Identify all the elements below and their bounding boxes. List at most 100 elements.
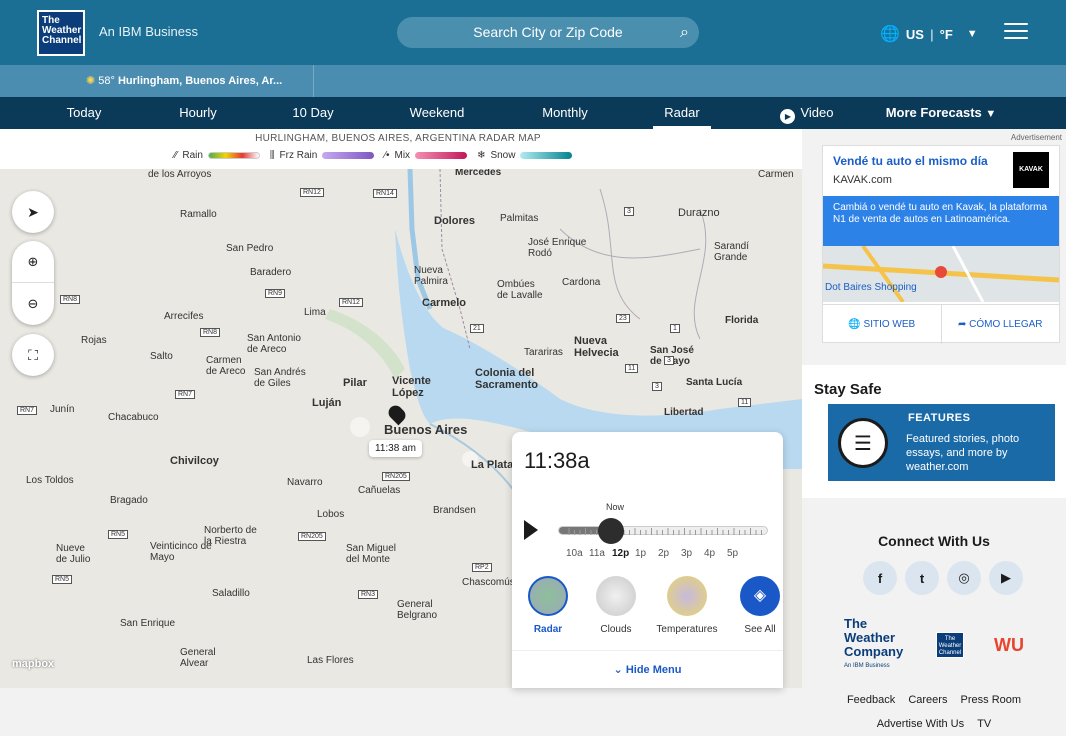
location-arrow-icon: ➤ <box>27 203 39 220</box>
road-shield: RN7 <box>17 406 38 415</box>
locale-selector[interactable]: 🌐 US | °F ▼ <box>880 24 978 44</box>
tab-hourly[interactable]: Hourly <box>168 97 228 129</box>
frz-gradient <box>322 152 375 159</box>
tab-10-day[interactable]: 10 Day <box>283 97 343 129</box>
road-shield: RN205 <box>298 532 326 541</box>
play-button[interactable] <box>524 520 538 540</box>
layer-temperatures[interactable]: Temperatures <box>654 576 720 635</box>
rain-icon: ⁄⁄ <box>174 150 178 161</box>
tab-more-forecasts[interactable]: More Forecasts ▼ <box>884 97 998 129</box>
map-label: San Antonio de Areco <box>247 333 301 355</box>
advertise-link[interactable]: Advertise With Us <box>877 718 964 730</box>
search-icon[interactable]: ⌕ <box>680 17 689 48</box>
mapbox-logo[interactable]: mapbox <box>12 658 54 670</box>
ad-map[interactable]: Dot Baires Shopping <box>823 246 1059 302</box>
weather-channel-logo[interactable]: The Weather Channel <box>37 10 85 56</box>
tab-today[interactable]: Today <box>54 97 114 129</box>
tab-radar[interactable]: Radar <box>653 97 711 129</box>
zoom-in-button[interactable]: ⊕ <box>12 241 54 283</box>
legend-snow-label: Snow <box>490 150 516 161</box>
hide-menu-button[interactable]: ⌄ Hide Menu <box>512 650 783 688</box>
twc-sub: An IBM Business <box>844 663 890 669</box>
hour-tick-label: 4p <box>704 548 716 559</box>
map-label: Carmelo <box>422 297 467 309</box>
zoom-out-button[interactable]: ⊖ <box>12 283 54 325</box>
road-shield: RN8 <box>200 328 221 337</box>
search-placeholder: Search City or Zip Code <box>473 24 623 40</box>
map-label: Baradero <box>250 267 292 278</box>
hour-tick-label: 5p <box>727 548 739 559</box>
timeline-slider[interactable] <box>558 526 768 535</box>
ad-directions-button[interactable]: ➦ CÓMO LLEGAR <box>942 305 1060 344</box>
globe-icon: 🌐 <box>848 319 861 330</box>
instagram-icon[interactable]: ◎ <box>947 561 981 595</box>
map-label: Salto <box>150 351 173 362</box>
radar-thumb-icon <box>528 576 568 616</box>
recent-location-item[interactable]: ✺ 58° Hurlingham, Buenos Aires, Ar... <box>86 65 314 97</box>
player-time: 11:38a <box>524 448 590 473</box>
menu-button[interactable] <box>1004 23 1028 41</box>
locate-me-button[interactable]: ➤ <box>12 191 54 233</box>
careers-link[interactable]: Careers <box>908 694 947 706</box>
search-input[interactable]: Search City or Zip Code ⌕ <box>397 17 699 48</box>
map-label: Arrecifes <box>164 311 204 322</box>
layer-radar[interactable]: Radar <box>518 576 578 635</box>
map-label: Los Toldos <box>26 475 74 486</box>
road-shield: RN8 <box>60 295 81 304</box>
ad-website-button[interactable]: 🌐 SITIO WEB <box>823 305 942 344</box>
map-label: Mercedes <box>455 169 502 178</box>
precip-legend: ⁄⁄ Rain ⫼ Frz Rain ⁄• Mix ❄ Snow <box>174 150 573 161</box>
hour-tick-label: 3p <box>681 548 693 559</box>
facebook-icon[interactable]: f <box>863 561 897 595</box>
map-label: Chivilcoy <box>170 455 219 467</box>
map-label: Junín <box>50 404 75 415</box>
twitter-icon[interactable]: t <box>905 561 939 595</box>
map-label: San Pedro <box>226 243 274 254</box>
feedback-link[interactable]: Feedback <box>847 694 895 706</box>
divider: | <box>929 26 934 42</box>
weather-channel-tile-logo[interactable]: The Weather Channel <box>936 632 964 658</box>
hour-tick-label: 11a <box>589 548 605 559</box>
ad-map-pin <box>935 266 947 278</box>
article-icon: ☰ <box>838 418 888 468</box>
pin-time-label: 11:38 am <box>369 440 422 457</box>
map-label: Palmitas <box>500 213 539 224</box>
fullscreen-button[interactable]: ⛶ <box>12 334 54 376</box>
features-promo[interactable]: ☰ FEATURES Featured stories, photo essay… <box>828 404 1055 481</box>
map-label: Lobos <box>317 509 345 520</box>
tab-video-label: Video <box>800 105 834 120</box>
layer-see-all[interactable]: ◈ See All <box>730 576 790 635</box>
ad-map-label: Dot Baires Shopping <box>825 282 917 293</box>
recent-location: Hurlingham, Buenos Aires, Ar... <box>117 75 283 87</box>
partly-sunny-icon: ✺ <box>86 75 96 87</box>
tab-monthly[interactable]: Monthly <box>532 97 598 129</box>
zoom-controls: ⊕ ⊖ <box>12 241 54 325</box>
tab-video[interactable]: ▶ Video <box>776 97 838 129</box>
radar-echo <box>350 417 370 437</box>
weather-company-logo[interactable]: The Weather Company An IBM Business <box>844 617 906 673</box>
layer-temperatures-label: Temperatures <box>656 624 718 635</box>
layers-icon: ◈ <box>740 576 780 616</box>
road-shield: 3 <box>664 356 674 365</box>
map-label: Chascomús <box>462 577 515 588</box>
timeline-knob[interactable] <box>597 518 624 544</box>
map-label: Nueva Helvecia <box>574 335 619 359</box>
tab-weekend[interactable]: Weekend <box>403 97 471 129</box>
press-room-link[interactable]: Press Room <box>961 694 1022 706</box>
map-label: San Andrés de Giles <box>254 367 306 389</box>
map-label: de los Arroyos <box>148 169 212 180</box>
hamburger-icon <box>1004 23 1028 25</box>
frz-rain-icon: ⫼ <box>269 150 275 161</box>
wunderground-logo[interactable]: WU <box>994 635 1024 656</box>
layer-clouds[interactable]: Clouds <box>586 576 646 635</box>
road-shield: 11 <box>625 364 639 373</box>
ad-map-svg <box>823 246 1059 302</box>
map-label: Saladillo <box>212 588 250 599</box>
tv-link[interactable]: TV <box>977 718 991 730</box>
chevron-down-icon: ⌄ <box>613 664 623 676</box>
map-label: Chacabuco <box>108 412 159 423</box>
advertisement[interactable]: Vendé tu auto el mismo día KAVAK.com KAV… <box>822 145 1060 344</box>
youtube-icon[interactable]: ▶ <box>989 561 1023 595</box>
ad-headline[interactable]: Vendé tu auto el mismo día <box>833 154 988 168</box>
directions-icon: ➦ <box>957 319 967 330</box>
